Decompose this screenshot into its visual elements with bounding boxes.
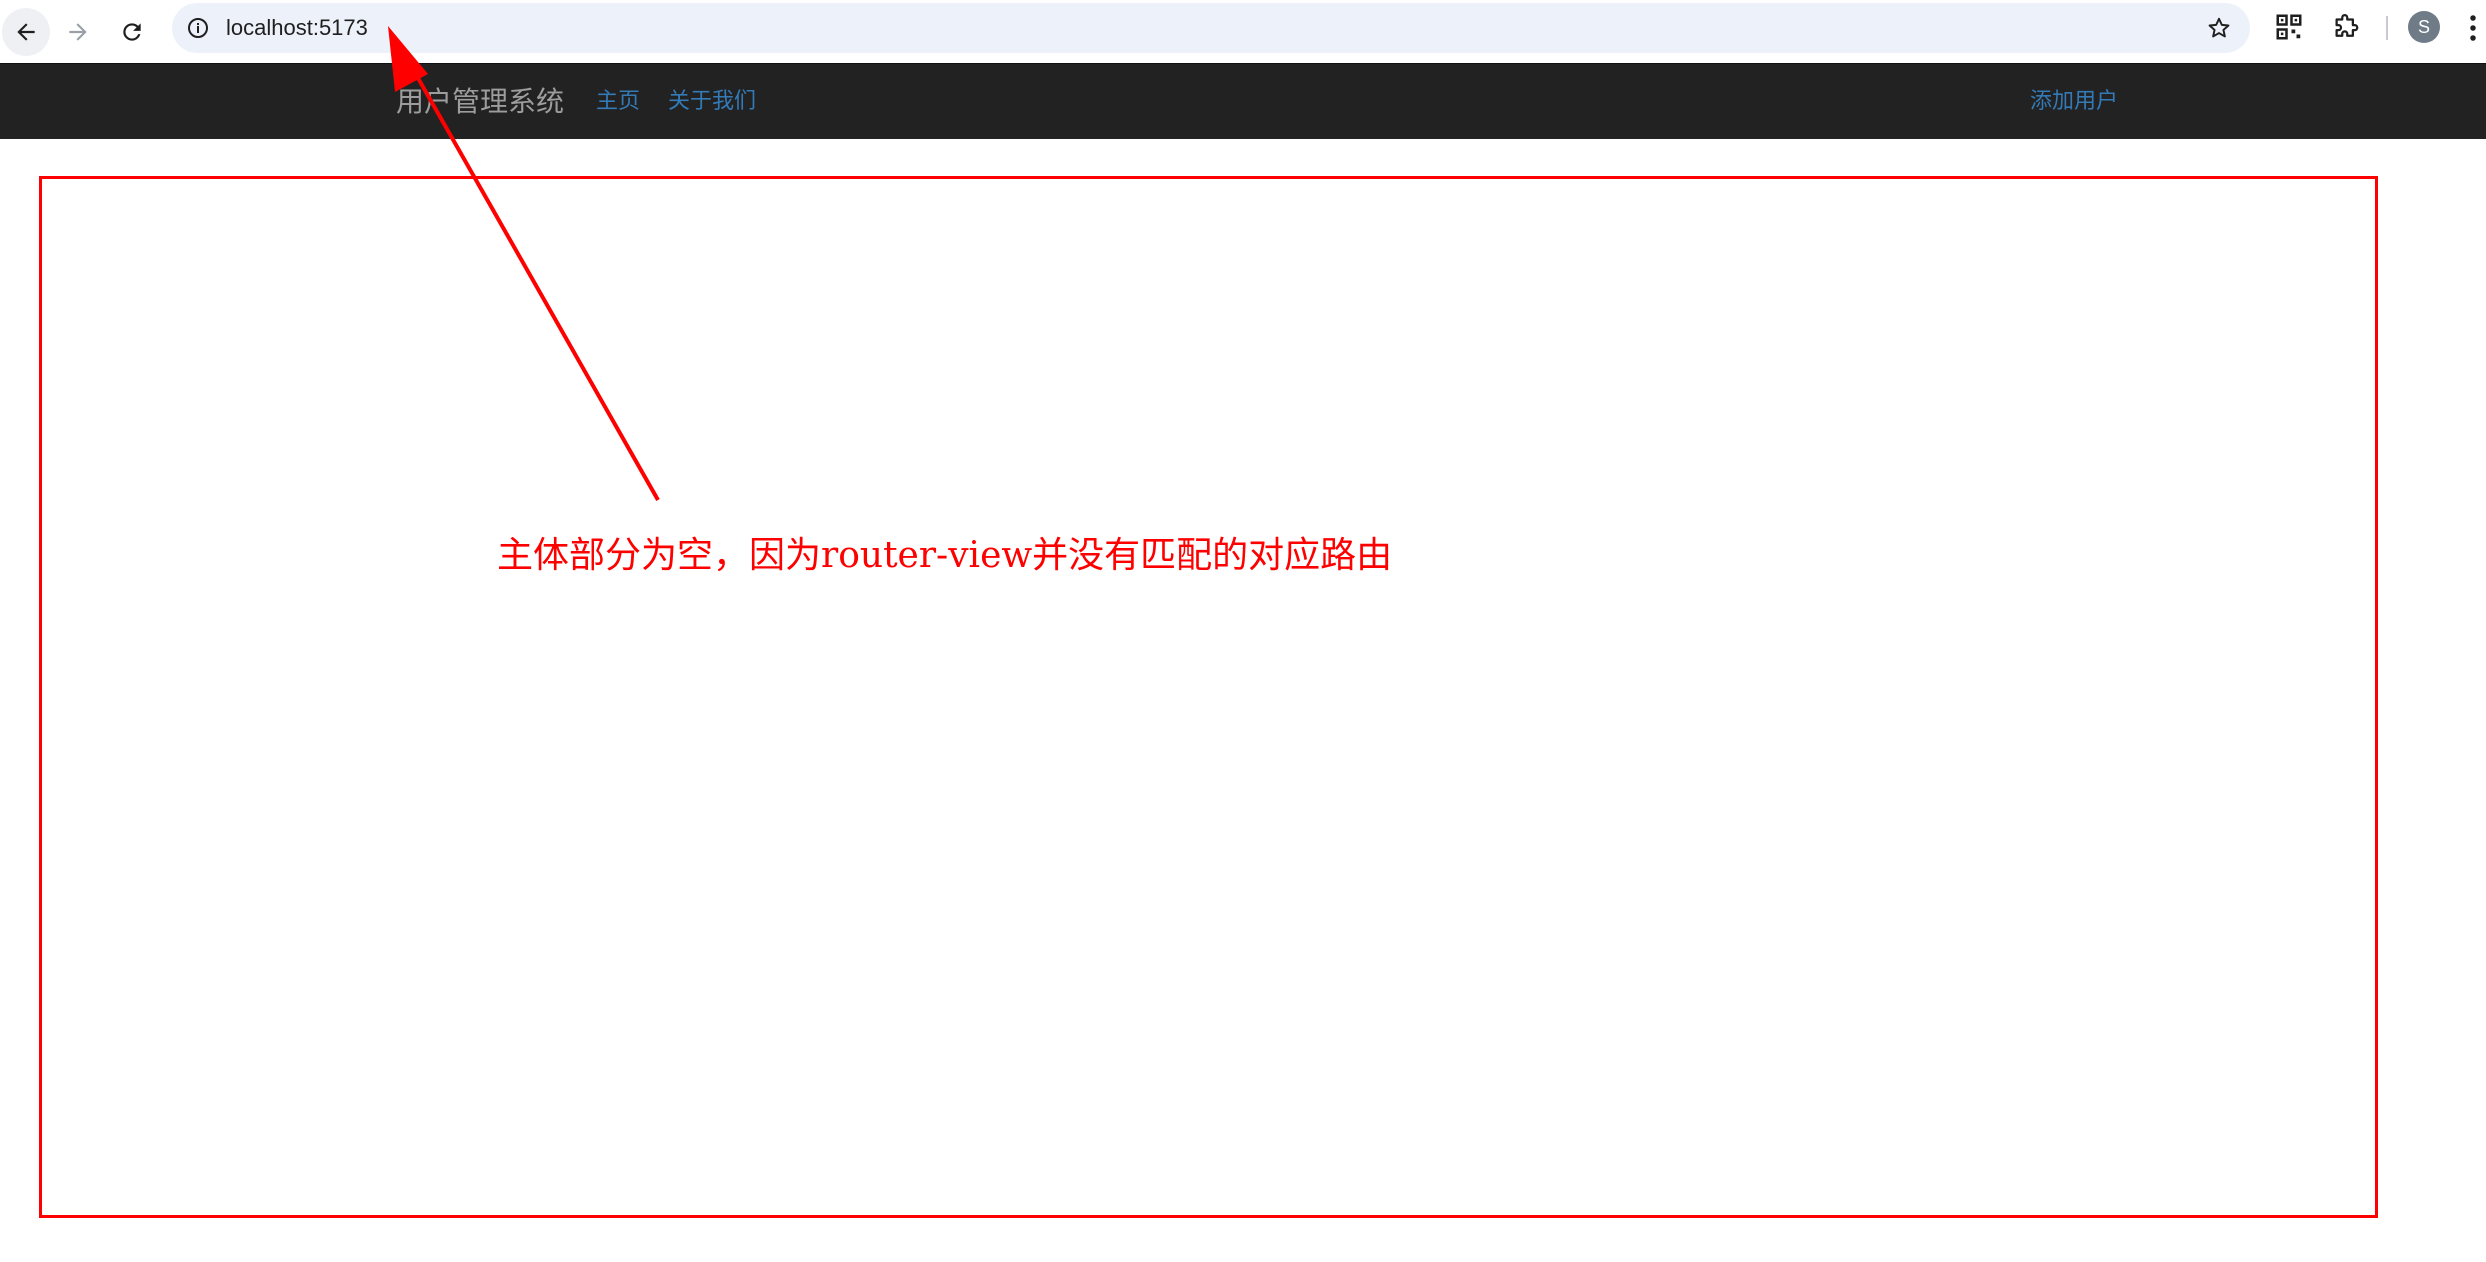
nav-link-about[interactable]: 关于我们 [668,64,756,140]
arrow-left-icon [17,23,35,41]
browser-toolbar: localhost:5173 S [0,0,2486,63]
nav-link-add-user[interactable]: 添加用户 [2030,64,2118,140]
reload-button[interactable] [108,8,156,56]
annotation-frame [39,176,2378,1218]
forward-button[interactable] [54,8,102,56]
url-text[interactable]: localhost:5173 [226,3,368,53]
toolbar-divider [2386,16,2388,40]
qr-code-icon[interactable] [2274,12,2304,42]
arrow-right-icon [69,23,87,41]
star-icon[interactable] [2206,15,2232,41]
navbar-brand[interactable]: 用户管理系统 [396,64,564,140]
annotation-text: 主体部分为空，因为router-view并没有匹配的对应路由 [497,535,1393,576]
info-icon[interactable] [186,16,210,40]
app-navbar: 用户管理系统 主页 关于我们 添加用户 [0,63,2486,139]
address-bar[interactable]: localhost:5173 [172,3,2250,53]
vertical-dots-icon[interactable] [2466,13,2480,43]
nav-link-home[interactable]: 主页 [596,64,640,140]
back-button[interactable] [2,8,50,56]
profile-avatar[interactable]: S [2408,11,2440,43]
reload-icon [123,23,141,41]
puzzle-icon[interactable] [2331,12,2361,42]
